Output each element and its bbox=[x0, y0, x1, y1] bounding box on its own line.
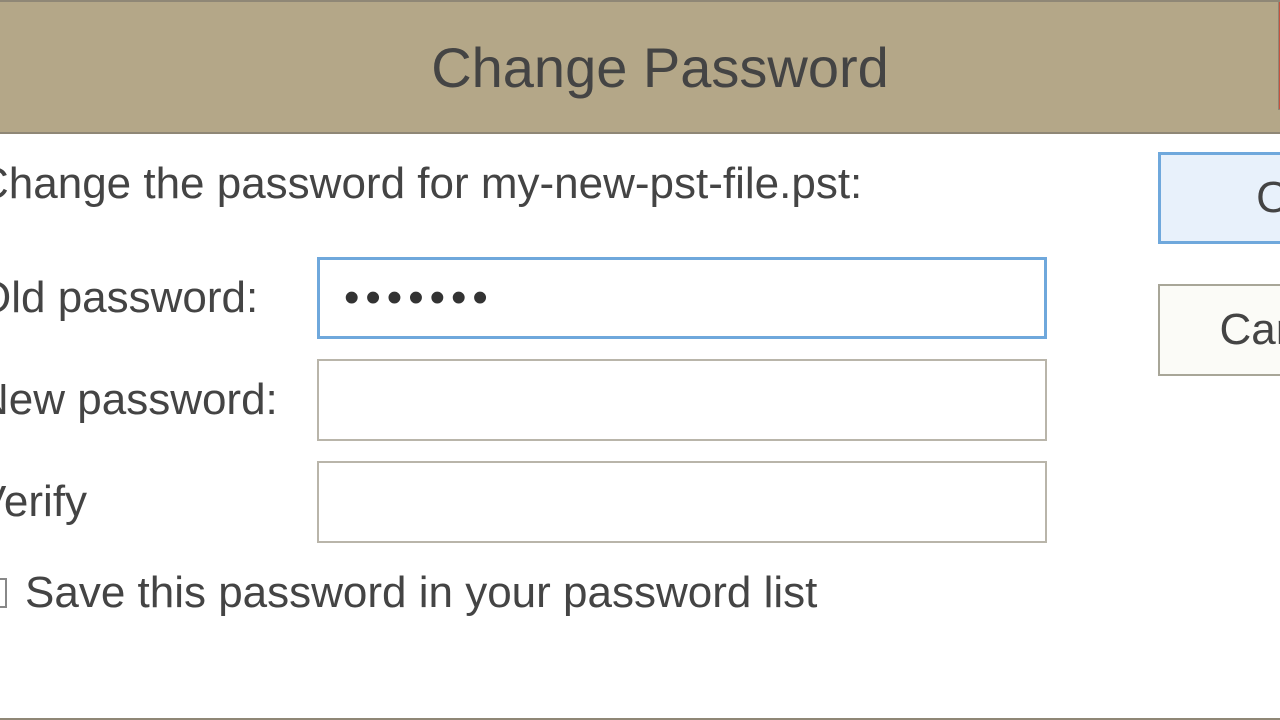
save-password-label: Save this password in your password list bbox=[25, 568, 817, 618]
change-password-dialog: Change Password Change the password for … bbox=[0, 0, 1280, 720]
save-password-checkbox[interactable] bbox=[0, 578, 7, 608]
new-password-input[interactable] bbox=[317, 359, 1047, 441]
save-password-row: Save this password in your password list bbox=[0, 568, 1280, 618]
verify-password-input[interactable] bbox=[317, 461, 1047, 543]
verify-password-label: Verify bbox=[0, 477, 317, 527]
old-password-input[interactable] bbox=[317, 257, 1047, 339]
old-password-label: Old password: bbox=[0, 273, 317, 323]
title-bar: Change Password bbox=[0, 2, 1280, 134]
verify-password-row: Verify bbox=[0, 461, 1280, 543]
dialog-title: Change Password bbox=[431, 35, 889, 100]
ok-button[interactable]: OK bbox=[1158, 152, 1280, 244]
instruction-text: Change the password for my-new-pst-file.… bbox=[0, 159, 1280, 209]
cancel-button[interactable]: Cancel bbox=[1158, 284, 1280, 376]
button-column: OK Cancel bbox=[1158, 152, 1280, 376]
new-password-label: New password: bbox=[0, 375, 317, 425]
dialog-body: Change the password for my-new-pst-file.… bbox=[0, 134, 1280, 638]
old-password-row: Old password: bbox=[0, 257, 1280, 339]
new-password-row: New password: bbox=[0, 359, 1280, 441]
